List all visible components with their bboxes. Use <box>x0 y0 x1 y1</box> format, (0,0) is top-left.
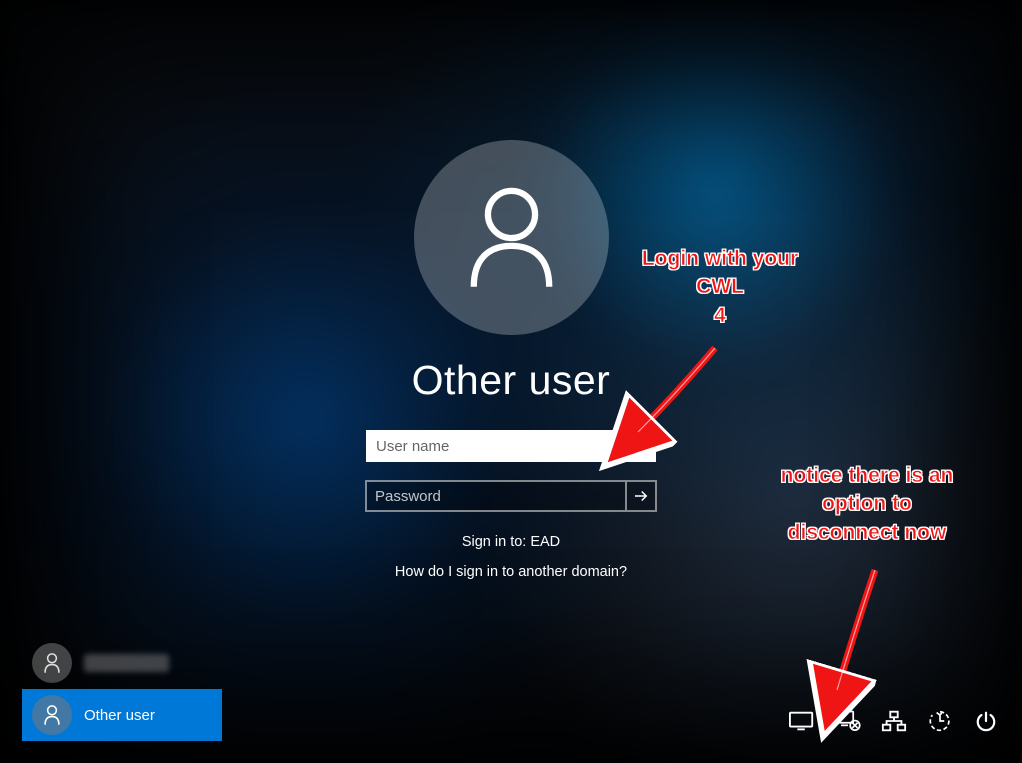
user-avatar-large <box>414 140 609 335</box>
user-tile-other-user[interactable]: Other user <box>22 689 222 741</box>
user-list: Other user <box>22 637 222 741</box>
username-input[interactable] <box>366 430 656 462</box>
person-icon <box>42 704 62 726</box>
user-tile-label: Other user <box>84 707 155 724</box>
avatar-small <box>32 643 72 683</box>
annotation-arrow-disconnect <box>820 560 920 715</box>
person-icon <box>42 652 62 674</box>
annotation-arrow-login <box>620 340 740 455</box>
submit-button[interactable] <box>625 480 657 512</box>
other-domain-link[interactable]: How do I sign in to another domain? <box>241 564 781 580</box>
avatar-small <box>32 695 72 735</box>
power-icon[interactable] <box>972 709 1000 733</box>
annotation-login-hint: Login with your CWL 4 <box>620 245 820 330</box>
person-icon <box>464 183 559 293</box>
user-tile-obscured[interactable] <box>22 637 222 689</box>
password-input[interactable] <box>365 480 625 512</box>
signin-domain-label: Sign in to: EAD <box>241 534 781 550</box>
user-name-obscured <box>84 654 169 672</box>
arrow-right-icon <box>632 487 650 505</box>
ease-of-access-icon[interactable] <box>926 709 954 733</box>
display-icon[interactable] <box>788 709 816 733</box>
annotation-disconnect-hint: notice there is an option to disconnect … <box>752 462 982 547</box>
